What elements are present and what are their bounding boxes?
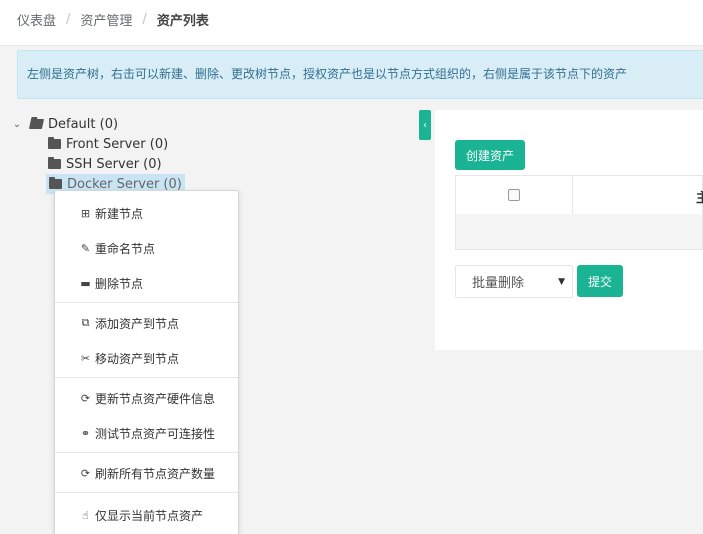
tree-node-label: SSH Server (0) [66,156,162,172]
menu-divider [55,452,238,453]
info-alert: 左侧是资产树，右击可以新建、删除、更改树节点，授权资产也是以节点方式组织的，右侧… [17,50,703,99]
table-header: 主 [455,175,703,215]
folder-icon [48,157,61,169]
scissors-icon: ✂ [80,351,91,365]
tree-node-front-server[interactable]: Front Server (0) [48,134,168,154]
chevron-left-icon: ‹ [423,119,427,131]
menu-item-label: 测试节点资产可连接性 [95,426,216,441]
breadcrumb-bar: 仪表盘 / 资产管理 / 资产列表 [0,0,703,46]
menu-item-label: 重命名节点 [95,241,156,256]
menu-item-label: 新建节点 [95,206,144,221]
create-asset-button[interactable]: 创建资产 [455,140,525,170]
breadcrumb-dashboard[interactable]: 仪表盘 [17,10,56,29]
menu-item-rename-node[interactable]: ✎ 重命名节点 [55,232,238,264]
link-icon: ⚭ [80,426,91,440]
asset-panel: 创建资产 主 批量删除 ▼ 提交 [435,110,703,350]
edit-icon: ✎ [80,241,91,255]
submit-button[interactable]: 提交 [577,265,623,297]
menu-item-label: 更新节点资产硬件信息 [95,391,216,406]
tree-node-label: Default (0) [48,116,119,132]
tree-context-menu: ⊞ 新建节点 ✎ 重命名节点 ▬ 删除节点 ⧉ 添加资产到节点 ✂ 移动资产到节… [54,190,239,534]
breadcrumb-asset-management[interactable]: 资产管理 [80,10,132,29]
select-all-cell [456,176,573,214]
collapse-tree-button[interactable]: ‹ [419,110,431,140]
tree-node-default[interactable]: ⌄ Default (0) [10,114,118,134]
tree-node-label: Front Server (0) [66,136,169,152]
breadcrumb-separator: / [142,12,147,27]
folder-icon [48,137,61,149]
copy-icon: ⧉ [81,316,90,329]
folder-icon [49,177,62,189]
menu-divider [55,377,238,378]
tree-node-ssh-server[interactable]: SSH Server (0) [48,154,162,174]
menu-divider [55,492,238,493]
menu-item-label: 刷新所有节点资产数量 [95,466,216,481]
menu-item-new-node[interactable]: ⊞ 新建节点 [55,197,238,229]
menu-item-move-asset-to-node[interactable]: ✂ 移动资产到节点 [55,342,238,374]
plus-square-icon: ⊞ [80,206,91,220]
menu-item-refresh-asset-count[interactable]: ⟳ 刷新所有节点资产数量 [55,457,238,489]
refresh-icon: ⟳ [80,391,91,405]
select-all-checkbox[interactable] [508,189,520,201]
menu-item-label: 删除节点 [95,276,144,291]
breadcrumb-separator: / [66,12,71,27]
table-empty-row [455,214,703,250]
menu-item-label: 仅显示当前节点资产 [95,508,204,523]
folder-open-icon [28,119,45,129]
breadcrumb-asset-list: 资产列表 [156,14,209,29]
column-header[interactable]: 主 [696,187,703,206]
hand-pointer-icon: ☝ [82,508,89,522]
chevron-down-icon[interactable]: ⌄ [10,119,24,130]
menu-item-update-hardware-info[interactable]: ⟳ 更新节点资产硬件信息 [55,382,238,414]
bulk-action-select[interactable]: 批量删除 ▼ [455,265,573,298]
breadcrumb: 仪表盘 / 资产管理 / 资产列表 [17,10,209,29]
menu-divider [55,302,238,303]
menu-item-test-connectivity[interactable]: ⚭ 测试节点资产可连接性 [55,417,238,449]
menu-item-delete-node[interactable]: ▬ 删除节点 [55,267,238,299]
menu-item-label: 添加资产到节点 [95,316,180,331]
minus-square-icon: ▬ [80,276,91,290]
refresh-icon: ⟳ [80,466,91,480]
menu-item-add-asset-to-node[interactable]: ⧉ 添加资产到节点 [55,307,238,339]
bulk-action-value: 批量删除 [472,276,525,291]
menu-item-show-current-node-assets[interactable]: ☝ 仅显示当前节点资产 [55,499,238,531]
menu-item-label: 移动资产到节点 [95,351,180,366]
caret-down-icon: ▼ [558,277,565,287]
